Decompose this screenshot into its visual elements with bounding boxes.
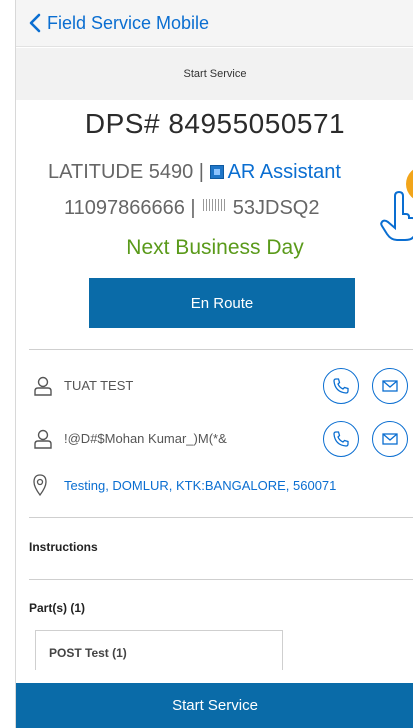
part-item[interactable]: POST Test (1)	[35, 630, 283, 670]
contact-name: TUAT TEST	[64, 378, 134, 393]
person-icon	[34, 429, 52, 449]
chevron-left-icon	[29, 13, 41, 33]
back-button[interactable]: Field Service Mobile	[28, 13, 209, 34]
ar-assistant-link[interactable]: AR Assistant	[209, 161, 341, 183]
start-service-button[interactable]: Start Service	[16, 683, 413, 728]
ar-assistant-label: AR Assistant	[227, 161, 341, 183]
service-level: Next Business Day	[126, 236, 304, 259]
address-row: Testing, DOMLUR, KTK:BANGALORE, 560071	[16, 474, 413, 498]
call-button[interactable]	[323, 368, 359, 404]
phone-icon	[333, 431, 349, 447]
mail-icon	[382, 380, 398, 392]
app-frame: Field Service Mobile Start Service DPS# …	[15, 0, 413, 728]
service-tag: 53JDSQ2	[232, 197, 320, 219]
ar-icon	[209, 165, 224, 179]
model-line: LATITUDE 5490 | AR Assistant	[16, 161, 413, 184]
phone-icon	[333, 378, 349, 394]
divider	[29, 349, 413, 350]
mail-icon	[382, 433, 398, 445]
email-button[interactable]	[372, 368, 408, 404]
phone-number: 11097866666 |	[64, 197, 196, 219]
dps-number: DPS# 84955050571	[84, 108, 346, 139]
model-name: LATITUDE 5490 |	[48, 161, 204, 183]
en-route-button[interactable]: En Route	[89, 278, 355, 328]
page-title: Start Service	[16, 48, 413, 100]
contact-name: !@D#$Mohan Kumar_)M(*&	[64, 431, 227, 446]
back-label: Field Service Mobile	[47, 12, 210, 33]
email-button[interactable]	[372, 421, 408, 457]
barcode-icon	[203, 199, 226, 211]
contact-row: !@D#$Mohan Kumar_)M(*&	[16, 419, 413, 459]
nav-bar: Field Service Mobile	[16, 0, 413, 47]
pointing-hand-icon	[380, 190, 413, 241]
person-icon	[34, 376, 52, 396]
contact-row: TUAT TEST	[16, 366, 413, 406]
address-link[interactable]: Testing, DOMLUR, KTK:BANGALORE, 560071	[64, 478, 336, 493]
instructions-heading: Instructions	[29, 540, 98, 554]
map-pin-icon	[33, 474, 47, 496]
divider	[29, 517, 413, 518]
call-button[interactable]	[323, 421, 359, 457]
divider	[29, 579, 413, 580]
parts-heading: Part(s) (1)	[29, 601, 86, 615]
service-tag-line: 11097866666 | 53JDSQ2	[16, 197, 413, 220]
